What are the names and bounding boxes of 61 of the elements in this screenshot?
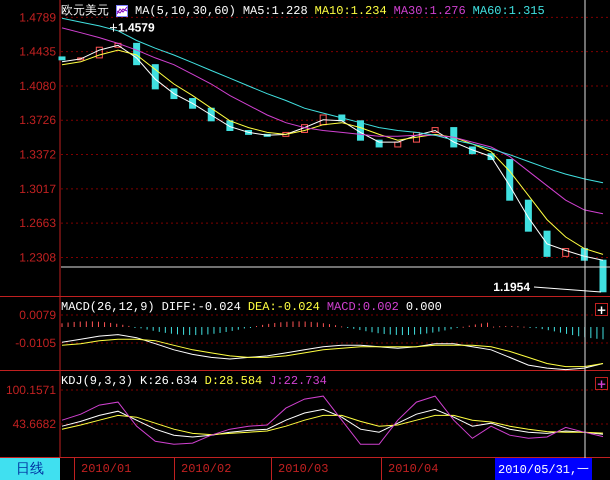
high-marker-icon: [109, 23, 118, 32]
candlestick: [301, 124, 308, 133]
cursor-date-label: 2010/05/31,一: [495, 458, 592, 480]
axis-label: 1.4789: [19, 10, 56, 24]
candlestick: [170, 88, 178, 100]
legend-value: K:26.634: [140, 374, 198, 388]
candlestick: [524, 200, 532, 232]
axis-label: -0.0105: [15, 336, 56, 350]
candlestick: [58, 56, 66, 60]
legend-value: MA60:1.315: [472, 4, 545, 18]
candlestick: [189, 98, 196, 109]
indicator-icon: [116, 4, 128, 16]
axis-label: 1.3726: [19, 113, 56, 128]
period-tab[interactable]: 日线: [0, 458, 60, 480]
candlestick: [412, 132, 420, 143]
candlestick: [544, 230, 551, 257]
candlestick: [245, 130, 252, 135]
candlestick: [264, 134, 271, 137]
axis-label: 1.3372: [19, 148, 56, 162]
axis-label: 100.1571: [6, 383, 56, 397]
low-price-label: 1.1954: [493, 280, 530, 294]
legend-value: MA30:1.276: [394, 4, 466, 18]
legend-value: DIFF:-0.024: [162, 300, 241, 314]
axis-label: 1.2663: [19, 216, 56, 230]
candlestick: [320, 114, 327, 126]
instrument-name: 欧元美元: [61, 2, 109, 19]
date-label: 2010/04: [381, 458, 481, 480]
legend-value: J:22.734: [269, 374, 327, 388]
legend-value: DEA:-0.024: [248, 300, 320, 314]
candlestick: [506, 159, 514, 201]
candlestick: [77, 57, 84, 60]
legend-value: MA10:1.234: [314, 4, 387, 18]
candlestick: [152, 64, 159, 90]
candlestick: [338, 114, 346, 122]
axis-label: 1.4080: [19, 78, 56, 93]
axis-label: 1.3017: [19, 182, 56, 196]
leader-line: [534, 286, 602, 292]
legend-value: MA5:1.228: [242, 4, 308, 18]
candlestick: [562, 248, 570, 257]
date-label: 2010/03: [271, 458, 381, 480]
expand-button[interactable]: +: [595, 303, 608, 316]
axis-label: 43.6682: [12, 417, 56, 431]
date-label: 2010/02: [174, 458, 271, 480]
candlestick: [600, 260, 606, 292]
legend-value: D:28.584: [204, 374, 262, 388]
candlestick: [432, 127, 439, 133]
high-price-label: 1.4579: [118, 20, 155, 35]
indicator-params: KDJ(9,3,3): [61, 374, 134, 388]
axis-label: 0.0079: [19, 308, 56, 322]
candlestick: [114, 42, 122, 48]
legend-value: MACD:0.002: [326, 300, 399, 314]
indicator-params: MA(5,10,30,60): [135, 4, 236, 18]
candlestick: [96, 46, 103, 58]
date-label: 2010/01: [74, 458, 174, 480]
candlestick: [394, 142, 402, 148]
axis-label: 1.2308: [19, 250, 56, 264]
axis-label: 1.4435: [19, 44, 56, 59]
indicator-params: MACD(26,12,9): [61, 300, 155, 314]
expand-button[interactable]: +: [595, 377, 608, 390]
legend-value: 0.000: [406, 300, 442, 314]
candlestick: [282, 132, 290, 137]
